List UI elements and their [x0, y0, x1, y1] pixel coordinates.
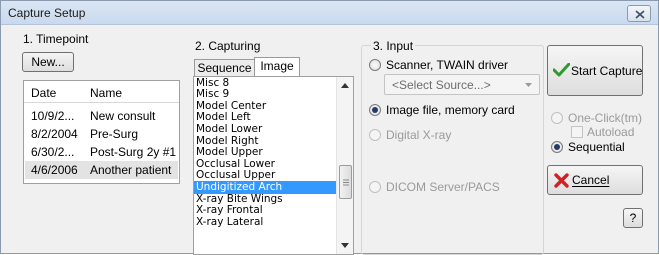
capturing-heading: 2. Capturing [195, 39, 261, 53]
scanner-radio[interactable] [369, 59, 381, 71]
window-title: Capture Setup [8, 6, 86, 20]
list-scrollbar[interactable] [336, 77, 353, 254]
tab-sequence[interactable]: Sequence [194, 59, 255, 77]
timepoint-name: Post-Surg 2y #1 [90, 145, 177, 159]
scroll-up-icon[interactable] [341, 83, 349, 88]
timepoint-row[interactable]: 10/9/2... New consult [25, 107, 178, 125]
timepoint-row-selected[interactable]: 4/6/2006 Another patient [25, 161, 178, 179]
sequential-radio[interactable] [551, 141, 563, 153]
list-item[interactable]: X-ray Lateral [194, 216, 336, 229]
column-header-name[interactable]: Name [90, 86, 122, 100]
start-capture-button[interactable]: Start Capture [547, 45, 643, 96]
cancel-x-icon [554, 173, 569, 188]
grip-icon [343, 179, 349, 186]
image-file-radio[interactable] [369, 104, 381, 116]
scroll-down-icon[interactable] [341, 243, 349, 248]
autoload-label[interactable]: Autoload [587, 125, 634, 139]
close-icon [635, 10, 645, 19]
source-select[interactable]: <Select Source...> [384, 74, 540, 95]
close-button[interactable] [627, 5, 651, 22]
new-timepoint-button[interactable]: New... [22, 52, 74, 72]
timepoint-date: 6/30/2... [31, 145, 75, 159]
chevron-down-icon [525, 83, 532, 87]
dicom-radio[interactable] [369, 181, 381, 193]
capture-setup-dialog: Capture Setup 1. Timepoint New... Date N… [0, 0, 659, 255]
scanner-label[interactable]: Scanner, TWAIN driver [386, 58, 508, 72]
start-capture-label: Start Capture [571, 64, 643, 78]
digital-xray-label[interactable]: Digital X-ray [386, 128, 451, 142]
input-heading: 3. Input [371, 39, 416, 53]
one-click-label[interactable]: One-Click(tm) [568, 111, 642, 125]
source-select-value: <Select Source...> [392, 78, 491, 92]
timepoint-date: 8/2/2004 [31, 127, 78, 141]
cancel-button[interactable]: Cancel [547, 165, 643, 195]
sequential-label[interactable]: Sequential [568, 140, 625, 154]
column-header-date[interactable]: Date [31, 86, 56, 100]
help-button[interactable]: ? [623, 208, 643, 228]
timepoint-date: 4/6/2006 [31, 163, 78, 177]
tab-image[interactable]: Image [254, 57, 300, 77]
timepoint-row[interactable]: 8/2/2004 Pre-Surg [25, 125, 178, 143]
title-bar[interactable]: Capture Setup [1, 1, 658, 25]
image-type-list[interactable]: Misc 8 Misc 9 Model Center Model Left Mo… [193, 76, 354, 255]
timepoint-list-header: Date Name [24, 81, 179, 103]
one-click-radio[interactable] [551, 112, 563, 124]
timepoint-name: New consult [90, 109, 156, 123]
digital-xray-radio[interactable] [369, 129, 381, 141]
timepoint-date: 10/9/2... [31, 109, 75, 123]
cancel-label: Cancel [572, 173, 610, 187]
dicom-label[interactable]: DICOM Server/PACS [386, 180, 500, 194]
scrollbar-thumb[interactable] [339, 165, 352, 199]
image-file-label[interactable]: Image file, memory card [386, 103, 515, 117]
timepoint-list[interactable]: Date Name 10/9/2... New consult 8/2/2004… [23, 80, 180, 184]
timepoint-name: Pre-Surg [90, 127, 139, 141]
timepoint-name: Another patient [90, 163, 172, 177]
autoload-checkbox[interactable] [571, 126, 583, 138]
timepoint-row[interactable]: 6/30/2... Post-Surg 2y #1 [25, 143, 178, 161]
checkmark-icon [553, 63, 570, 77]
timepoint-heading: 1. Timepoint [23, 32, 89, 46]
